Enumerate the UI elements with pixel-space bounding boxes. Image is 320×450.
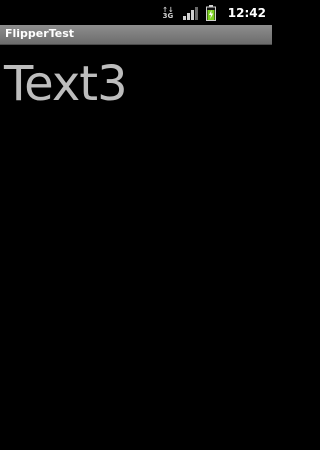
network-type-icon: ↑↓ 3G — [162, 6, 174, 20]
status-icons: ↑↓ 3G 12:42 — [162, 0, 266, 25]
signal-strength-icon — [182, 6, 198, 20]
status-clock: 12:42 — [227, 5, 266, 20]
status-bar: ↑↓ 3G 12:42 — [0, 0, 272, 25]
app-title: FlipperTest — [5, 27, 74, 40]
network-type-label: 3G — [162, 11, 174, 20]
battery-charging-icon — [205, 4, 216, 21]
app-title-bar: FlipperTest — [0, 25, 272, 45]
flipper-current-text[interactable]: Text3 — [4, 56, 128, 112]
